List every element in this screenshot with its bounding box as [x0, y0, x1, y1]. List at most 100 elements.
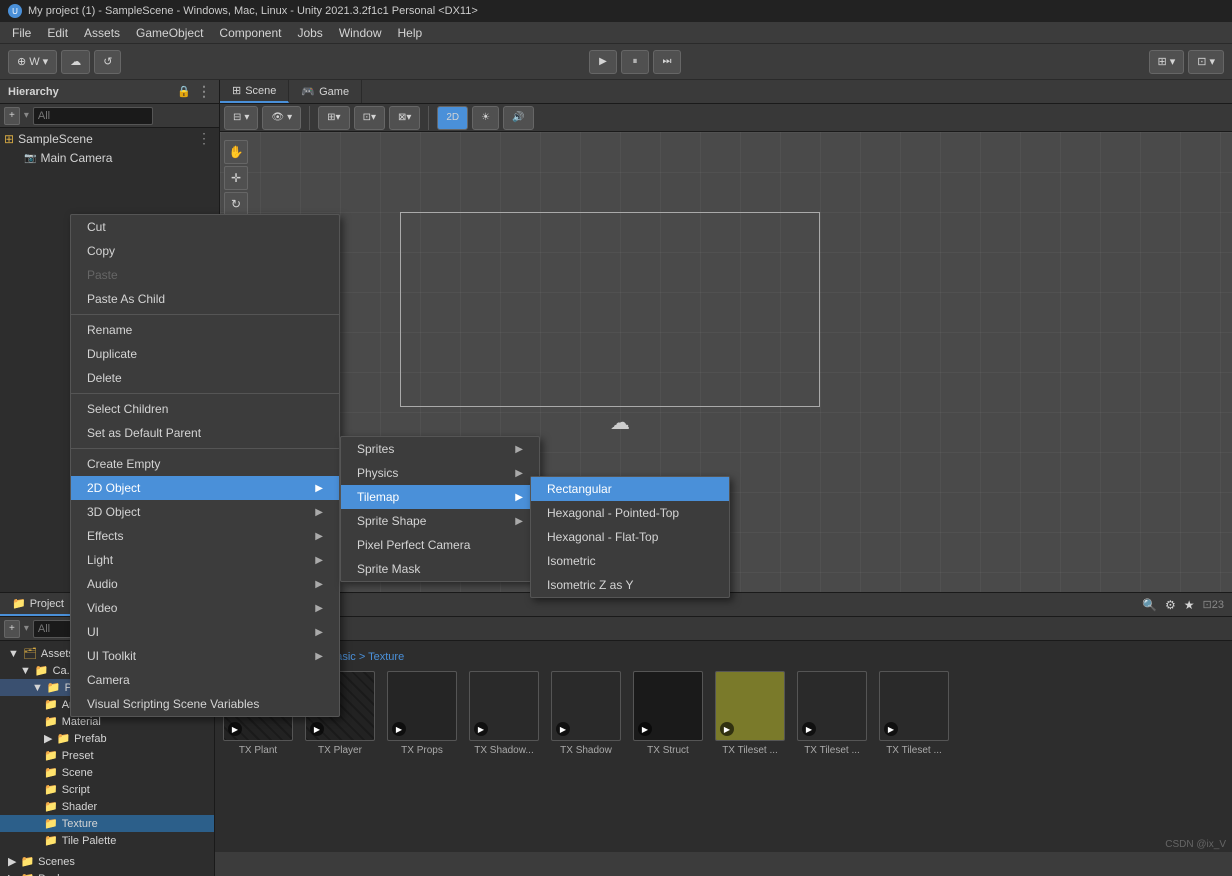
ctx-paste-as-child[interactable]: Paste As Child	[71, 287, 339, 311]
ctx-light[interactable]: Light ▶	[71, 548, 339, 572]
tx-tileset1-thumb: ▶	[715, 671, 785, 741]
play-overlay-7: ▶	[802, 722, 816, 736]
account-btn[interactable]: ⊕ W ▾	[8, 50, 57, 74]
sub2d-sprites[interactable]: Sprites ▶	[341, 437, 539, 461]
play-button[interactable]: ▶	[589, 50, 617, 74]
sub2d-sprite-mask[interactable]: Sprite Mask	[341, 557, 539, 581]
scene-root: ⊞ SampleScene ⋮ 📷 Main Camera	[0, 128, 219, 167]
asset-tx-tileset2[interactable]: ▶ TX Tileset ...	[797, 671, 867, 756]
hierarchy-dropdown-btn[interactable]: ▾	[24, 110, 29, 121]
tree-packages[interactable]: ▶ 📁 Packages	[0, 870, 214, 876]
ctx-visual-scripting[interactable]: Visual Scripting Scene Variables	[71, 692, 339, 716]
scene-menu-icon[interactable]: ⋮	[197, 130, 211, 147]
sub2d-tilemap[interactable]: Tilemap ▶	[341, 485, 539, 509]
move-tool[interactable]: ✛	[224, 166, 248, 190]
sub2d-physics-arrow: ▶	[515, 468, 523, 479]
view-tools-btn[interactable]: 👁▾	[262, 106, 301, 130]
ca-folder-icon: 📁	[35, 664, 49, 677]
ctx-cut[interactable]: Cut	[71, 215, 339, 239]
layout-btn[interactable]: ⊡ ▾	[1188, 50, 1224, 74]
sub2d-physics[interactable]: Physics ▶	[341, 461, 539, 485]
settings-icon[interactable]: ⚙	[1165, 598, 1176, 612]
shading-mode-btn[interactable]: ⊟▾	[224, 106, 258, 130]
layers-btn[interactable]: ⊞ ▾	[1149, 50, 1185, 74]
pause-button[interactable]: ⏸	[621, 50, 649, 74]
main-camera-item[interactable]: 📷 Main Camera	[0, 149, 219, 167]
project-tab[interactable]: 📁 Project	[0, 593, 77, 616]
snap-btn[interactable]: ⊠▾	[389, 106, 420, 130]
tilemap-isometric[interactable]: Isometric	[531, 549, 729, 573]
transform-tools: ✋ ✛ ↻	[224, 140, 248, 216]
ctx-rename[interactable]: Rename	[71, 318, 339, 342]
sample-scene-item[interactable]: ⊞ SampleScene ⋮	[0, 128, 219, 149]
rotate-tool[interactable]: ↻	[224, 192, 248, 216]
sub2d-sprite-shape[interactable]: Sprite Shape ▶	[341, 509, 539, 533]
tree-texture[interactable]: 📁 Texture	[0, 815, 214, 832]
step-button[interactable]: ⏭	[653, 50, 681, 74]
ctx-delete[interactable]: Delete	[71, 366, 339, 390]
ctx-ui-toolkit[interactable]: UI Toolkit ▶	[71, 644, 339, 668]
favorite-icon[interactable]: ★	[1184, 598, 1195, 612]
project-dropdown-btn[interactable]: ▾	[24, 623, 29, 634]
cloud-btn[interactable]: ☁	[61, 50, 90, 74]
sub2d-pixel-perfect[interactable]: Pixel Perfect Camera	[341, 533, 539, 557]
gizmos-btn[interactable]: ⊞▾	[318, 106, 349, 130]
asset-tx-tileset1[interactable]: ▶ TX Tileset ...	[715, 671, 785, 756]
ctx-video[interactable]: Video ▶	[71, 596, 339, 620]
tilemap-hex-pointed[interactable]: Hexagonal - Pointed-Top	[531, 501, 729, 525]
hand-tool[interactable]: ✋	[224, 140, 248, 164]
tree-scenes[interactable]: ▶ 📁 Scenes	[0, 853, 214, 870]
menu-gameobject[interactable]: GameObject	[128, 24, 211, 42]
view-icon: 👁	[271, 112, 284, 123]
hierarchy-add-btn[interactable]: +	[4, 107, 20, 125]
asset-tx-tileset3[interactable]: ▶ TX Tileset ...	[879, 671, 949, 756]
audio-btn[interactable]: 🔊	[503, 106, 533, 130]
scene-tab[interactable]: ⊞ Scene	[220, 80, 289, 103]
asset-tx-props[interactable]: ▶ TX Props	[387, 671, 457, 756]
ctx-set-default-parent[interactable]: Set as Default Parent	[71, 421, 339, 445]
ctx-2d-object[interactable]: 2D Object ▶	[71, 476, 339, 500]
ctx-camera[interactable]: Camera	[71, 668, 339, 692]
tilemap-rectangular[interactable]: Rectangular	[531, 477, 729, 501]
menu-edit[interactable]: Edit	[39, 24, 76, 42]
camera-mode-btn[interactable]: 2D	[437, 106, 468, 130]
ctx-effects[interactable]: Effects ▶	[71, 524, 339, 548]
asset-tx-shadow2[interactable]: ▶ TX Shadow	[551, 671, 621, 756]
search-icon[interactable]: 🔍	[1142, 598, 1157, 612]
tilemap-isometric-z[interactable]: Isometric Z as Y	[531, 573, 729, 597]
tx-shadow1-label: TX Shadow...	[474, 745, 533, 756]
game-tab[interactable]: 🎮 Game	[289, 80, 362, 103]
menu-help[interactable]: Help	[390, 24, 431, 42]
tilemap-hex-flat[interactable]: Hexagonal - Flat-Top	[531, 525, 729, 549]
menu-window[interactable]: Window	[331, 24, 390, 42]
ctx-audio[interactable]: Audio ▶	[71, 572, 339, 596]
menu-assets[interactable]: Assets	[76, 24, 128, 42]
ctx-select-children[interactable]: Select Children	[71, 397, 339, 421]
hierarchy-lock-icon[interactable]: 🔒	[177, 85, 191, 98]
grid-btn[interactable]: ⊡▾	[354, 106, 385, 130]
undo-btn[interactable]: ↺	[94, 50, 121, 74]
tree-script[interactable]: 📁 Script	[0, 781, 214, 798]
menu-file[interactable]: File	[4, 24, 39, 42]
hierarchy-menu-icon[interactable]: ⋮	[197, 83, 211, 100]
chevron-pixel-icon: ▼	[32, 682, 43, 694]
ctx-duplicate[interactable]: Duplicate	[71, 342, 339, 366]
asset-tx-struct[interactable]: ▶ TX Struct	[633, 671, 703, 756]
project-tab-label: Project	[30, 598, 64, 610]
tree-prefab[interactable]: ▶ 📁 Prefab	[0, 730, 214, 747]
asset-tx-shadow1[interactable]: ▶ TX Shadow...	[469, 671, 539, 756]
tree-preset[interactable]: 📁 Preset	[0, 747, 214, 764]
bottom-panel-controls: 🔍 ⚙ ★ ⊡23	[1134, 598, 1232, 612]
menu-jobs[interactable]: Jobs	[289, 24, 330, 42]
project-add-btn[interactable]: +	[4, 620, 20, 638]
tree-tile-palette[interactable]: 📁 Tile Palette	[0, 832, 214, 849]
lighting-btn[interactable]: ☀	[472, 106, 499, 130]
ctx-ui[interactable]: UI ▶	[71, 620, 339, 644]
ctx-create-empty[interactable]: Create Empty	[71, 452, 339, 476]
ctx-copy[interactable]: Copy	[71, 239, 339, 263]
hierarchy-search[interactable]	[33, 107, 153, 125]
tree-shader[interactable]: 📁 Shader	[0, 798, 214, 815]
menu-component[interactable]: Component	[211, 24, 289, 42]
tree-scene[interactable]: 📁 Scene	[0, 764, 214, 781]
ctx-3d-object[interactable]: 3D Object ▶	[71, 500, 339, 524]
